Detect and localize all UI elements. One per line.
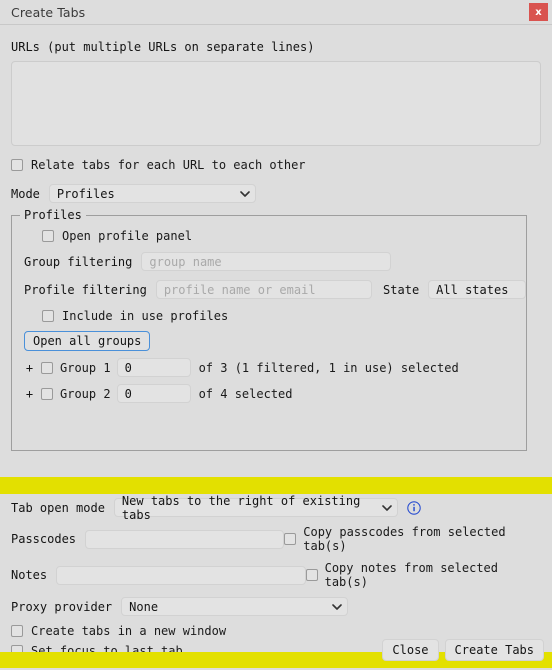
- create-new-window-row: Create tabs in a new window: [11, 624, 541, 638]
- mode-row: Mode Profiles: [11, 184, 541, 203]
- group-expander-icon[interactable]: +: [24, 387, 35, 401]
- group-summary: of 4 selected: [198, 386, 293, 401]
- group-filtering-label: Group filtering: [24, 254, 133, 269]
- copy-passcodes-checkbox[interactable]: [284, 533, 297, 545]
- highlight-band-top: [0, 477, 552, 494]
- profile-filtering-input[interactable]: profile name or email: [155, 280, 373, 299]
- chevron-down-icon: [240, 189, 250, 198]
- urls-textarea[interactable]: [11, 61, 541, 146]
- create-tabs-button[interactable]: Create Tabs: [444, 639, 544, 661]
- group-name: Group 2: [60, 386, 111, 401]
- open-profile-panel-checkbox[interactable]: [42, 230, 54, 242]
- notes-row: Notes Copy notes from selected tab(s): [11, 561, 541, 589]
- chevron-down-icon: [332, 602, 342, 611]
- title-bar: Create Tabs x: [0, 0, 552, 25]
- dialog-footer: Close Create Tabs: [382, 639, 544, 661]
- close-button[interactable]: x: [529, 3, 548, 21]
- passcodes-row: Passcodes Copy passcodes from selected t…: [11, 525, 541, 553]
- copy-passcodes-row: Copy passcodes from selected tab(s): [284, 525, 541, 553]
- open-profile-panel-label: Open profile panel: [62, 229, 193, 243]
- state-select-value: All states: [436, 282, 509, 297]
- copy-passcodes-label: Copy passcodes from selected tab(s): [303, 525, 506, 553]
- profile-filtering-row: Profile filtering profile name or email …: [24, 280, 526, 299]
- group-count-input[interactable]: 0: [116, 384, 191, 403]
- notes-label: Notes: [11, 568, 48, 582]
- mode-label: Mode: [11, 186, 40, 201]
- proxy-provider-value: None: [129, 599, 159, 614]
- group-count-input[interactable]: 0: [116, 358, 191, 377]
- proxy-provider-row: Proxy provider None: [11, 597, 541, 616]
- window-title: Create Tabs: [11, 5, 86, 20]
- table-row: + Group 2 0 of 4 selected: [24, 384, 526, 403]
- mode-select-value: Profiles: [56, 186, 115, 201]
- relate-tabs-label: Relate tabs for each URL to each other: [31, 158, 306, 172]
- create-new-window-checkbox[interactable]: [11, 625, 23, 637]
- state-select[interactable]: All states: [428, 280, 526, 299]
- include-in-use-checkbox[interactable]: [42, 310, 54, 322]
- profiles-fieldset: Profiles Open profile panel Group filter…: [11, 207, 527, 451]
- include-in-use-label: Include in use profiles: [62, 309, 229, 323]
- group-checkbox[interactable]: [41, 361, 53, 374]
- group-expander-icon[interactable]: +: [24, 361, 35, 375]
- group-filtering-input[interactable]: group name: [141, 252, 392, 271]
- group-checkbox[interactable]: [41, 387, 53, 400]
- urls-label: URLs (put multiple URLs on separate line…: [11, 40, 315, 54]
- table-row: + Group 1 0 of 3 (1 filtered, 1 in use) …: [24, 358, 526, 377]
- info-circle-icon[interactable]: [407, 500, 421, 515]
- profiles-legend: Profiles: [20, 207, 86, 222]
- create-new-window-label: Create tabs in a new window: [31, 624, 227, 638]
- dialog-body: URLs (put multiple URLs on separate line…: [0, 40, 552, 451]
- proxy-provider-label: Proxy provider: [11, 599, 113, 614]
- passcodes-label: Passcodes: [11, 532, 77, 546]
- tab-open-mode-select[interactable]: New tabs to the right of existing tabs: [113, 494, 398, 522]
- profiles-fieldset-border: Profiles: [12, 207, 526, 222]
- state-label: State: [383, 282, 420, 297]
- close-dialog-button[interactable]: Close: [382, 639, 439, 661]
- group-filtering-row: Group filtering group name: [24, 252, 526, 271]
- group-filtering-placeholder: group name: [149, 254, 222, 269]
- copy-notes-checkbox[interactable]: [305, 569, 318, 581]
- profile-filtering-label: Profile filtering: [24, 282, 147, 297]
- relate-tabs-row: Relate tabs for each URL to each other: [11, 158, 541, 172]
- profile-filtering-placeholder: profile name or email: [163, 282, 316, 297]
- proxy-provider-select[interactable]: None: [121, 597, 349, 616]
- passcodes-input[interactable]: [85, 529, 285, 549]
- copy-notes-label: Copy notes from selected tab(s): [324, 561, 498, 589]
- notes-input[interactable]: [56, 565, 306, 585]
- group-name: Group 1: [60, 360, 111, 375]
- group-summary: of 3 (1 filtered, 1 in use) selected: [198, 360, 459, 375]
- tab-open-mode-row: Tab open mode New tabs to the right of e…: [11, 494, 541, 522]
- mode-select[interactable]: Profiles: [48, 184, 256, 203]
- open-profile-panel-row: Open profile panel: [42, 229, 526, 243]
- chevron-down-icon: [382, 503, 392, 512]
- tab-open-mode-value: New tabs to the right of existing tabs: [121, 493, 361, 522]
- copy-notes-row: Copy notes from selected tab(s): [305, 561, 541, 589]
- open-all-groups-button[interactable]: Open all groups: [24, 331, 151, 351]
- tab-open-mode-label: Tab open mode: [11, 500, 105, 515]
- relate-tabs-checkbox[interactable]: [11, 159, 23, 171]
- include-in-use-row: Include in use profiles: [42, 309, 526, 323]
